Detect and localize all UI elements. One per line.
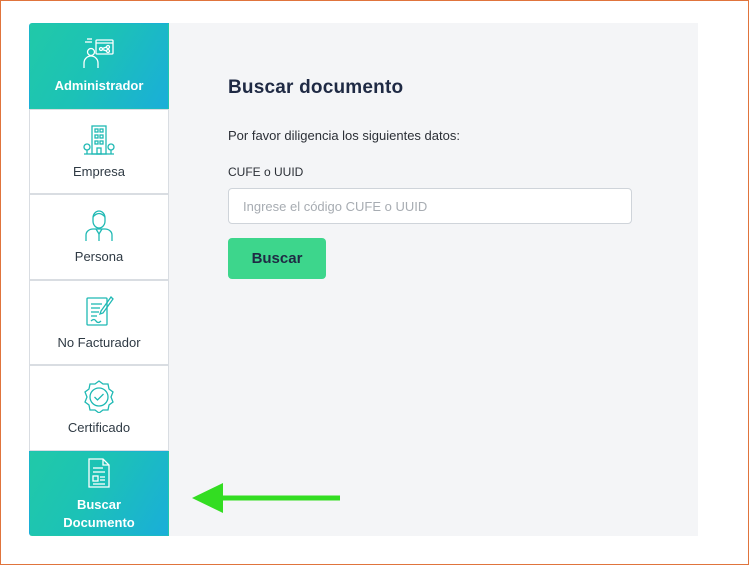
cufe-label: CUFE o UUID (228, 165, 304, 179)
sidebar-item-administrador[interactable]: Administrador (29, 23, 169, 109)
sidebar-item-certificado[interactable]: Certificado (29, 365, 169, 451)
sidebar: Administrador Empresa Persona No Factura… (29, 23, 169, 536)
document-pen-icon (86, 295, 114, 326)
annotation-arrow-icon (192, 483, 340, 513)
sidebar-item-label: Buscar Documento (63, 496, 135, 530)
person-icon (85, 210, 113, 241)
instructions-text: Por favor diligencia los siguientes dato… (228, 128, 460, 143)
sidebar-item-label: Administrador (54, 78, 144, 93)
sidebar-item-label: Empresa (72, 163, 126, 179)
sidebar-item-label: No Facturador (57, 334, 141, 350)
sidebar-item-persona[interactable]: Persona (29, 194, 169, 280)
sidebar-item-empresa[interactable]: Empresa (29, 109, 169, 194)
search-button[interactable]: Buscar (228, 238, 326, 279)
certificate-badge-icon (84, 380, 114, 413)
cufe-input[interactable] (228, 188, 632, 224)
building-icon (83, 124, 115, 155)
page-title: Buscar documento (228, 77, 404, 98)
sidebar-item-no-facturador[interactable]: No Facturador (29, 280, 169, 365)
sidebar-item-label: Certificado (67, 420, 131, 435)
sidebar-item-label: Persona (74, 249, 124, 264)
main-panel: Buscar documento Por favor diligencia lo… (169, 23, 698, 536)
sidebar-item-buscar-documento[interactable]: Buscar Documento (29, 451, 169, 536)
search-document-icon (88, 457, 110, 488)
admin-network-icon (83, 38, 114, 68)
